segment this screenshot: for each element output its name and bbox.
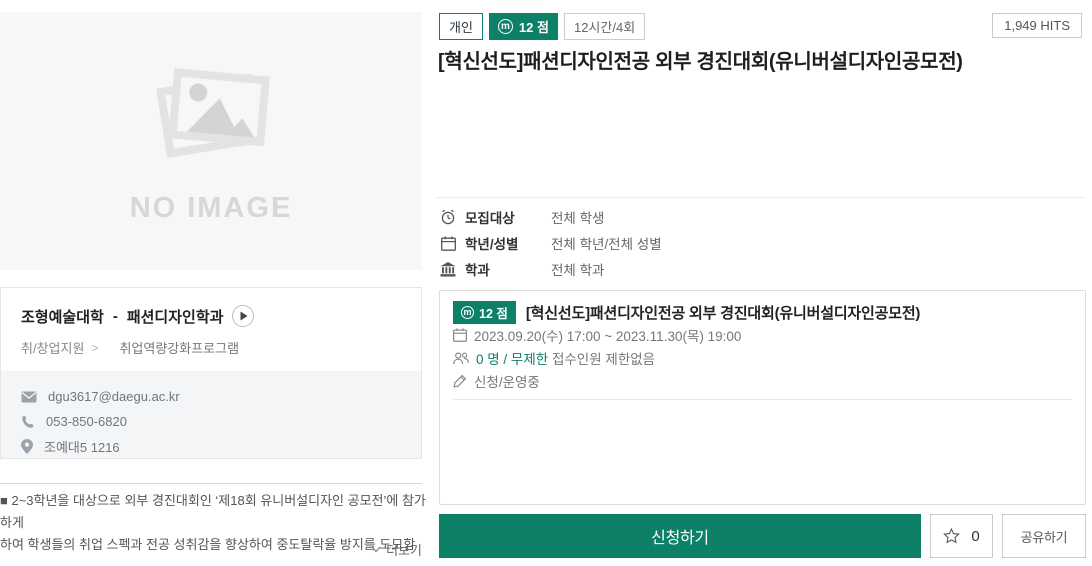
college-department-separator: - [112, 307, 118, 325]
contact-phone: 053-850-6820 [46, 414, 127, 429]
program-category[interactable]: 취/창업지원 [21, 338, 84, 357]
info-label: 학년/성별 [465, 237, 519, 252]
action-buttons: 신청하기 0 공유하기 [439, 514, 1086, 558]
capacity-count: 0 명 / 무제한 [476, 352, 549, 367]
university-icon [439, 261, 457, 277]
info-value: 전체 학과 [551, 263, 605, 278]
contact-email-row: dgu3617@daegu.ac.kr [21, 384, 401, 409]
info-row-grade-gender: 학년/성별 전체 학년/전체 성별 [439, 230, 662, 256]
contact-info: dgu3617@daegu.ac.kr 053-850-6820 조예대5 12… [1, 371, 421, 458]
program-type: 취업역량강화프로그램 [119, 341, 240, 356]
session-period: 2023.09.20(수) 17:00 ~ 2023.11.30(목) 19:0… [474, 329, 742, 344]
description-line: ■ 2~3학년을 대상으로 외부 경진대회인 ‘제18회 유니버설디자인 공모전… [0, 493, 426, 530]
favorite-count: 0 [971, 527, 980, 545]
no-image-label: NO IMAGE [129, 191, 293, 224]
chevron-right-icon: > [91, 340, 99, 355]
session-points-label: 12 점 [479, 306, 508, 321]
program-info-list: 모집대상 전체 학생 학년/성별 전체 학년/전체 성별 학과 전체 학과 [439, 204, 662, 282]
phone-icon [21, 415, 35, 429]
badge-mileage-points: m 12 점 [488, 13, 558, 40]
info-row-department: 학과 전체 학과 [439, 256, 662, 282]
badge-personal: 개인 [439, 13, 483, 40]
left-panel: NO IMAGE 조형예술대학 - 패션디자인학과 취/창업지원 > 취업역량강… [0, 0, 426, 566]
description-divider [0, 483, 422, 484]
star-icon [943, 528, 961, 544]
show-more-link[interactable]: 더보기 [0, 540, 422, 559]
info-section-divider [436, 197, 1086, 198]
session-status: 신청/운영중 [474, 375, 540, 390]
session-detail-card: m 12 점 [혁신선도]패션디자인전공 외부 경진대회(유니버설디자인공모전)… [439, 290, 1086, 505]
no-image-placeholder: NO IMAGE [0, 12, 422, 270]
session-capacity-row: 0 명 / 무제한 접수인원 제한없음 [453, 347, 1072, 369]
info-value: 전체 학생 [551, 211, 605, 226]
show-more-label: 더보기 [386, 543, 422, 558]
calendar-icon [453, 328, 467, 342]
college-name: 조형예술대학 [21, 308, 104, 326]
contact-phone-row: 053-850-6820 [21, 409, 401, 434]
mileage-icon: m [497, 19, 513, 34]
people-icon [453, 351, 469, 365]
info-value: 전체 학년/전체 성별 [551, 237, 662, 252]
share-button[interactable]: 공유하기 [1002, 514, 1086, 558]
mileage-icon: m [461, 305, 474, 319]
info-label: 학과 [465, 263, 490, 278]
department-name: 패션디자인학과 [126, 308, 224, 326]
email-icon [21, 391, 37, 403]
session-period-row: 2023.09.20(수) 17:00 ~ 2023.11.30(목) 19:0… [453, 324, 1072, 346]
session-title: [혁신선도]패션디자인전공 외부 경진대회(유니버설디자인공모전) [525, 304, 921, 322]
alarm-clock-icon [439, 209, 457, 225]
pen-icon [453, 374, 467, 388]
badge-points-label: 12 점 [518, 20, 549, 35]
calendar-icon [439, 235, 457, 251]
info-row-target: 모집대상 전체 학생 [439, 204, 662, 230]
page-title: [혁신선도]패션디자인전공 외부 경진대회(유니버설디자인공모전) [438, 51, 963, 73]
location-pin-icon [21, 439, 33, 454]
photos-icon [145, 58, 277, 166]
expand-department-button[interactable] [232, 305, 255, 327]
contact-email: dgu3617@daegu.ac.kr [48, 389, 180, 404]
hits-counter: 1,949 HITS [992, 13, 1082, 38]
session-points-badge: m 12 점 [453, 300, 516, 324]
apply-button[interactable]: 신청하기 [439, 514, 921, 558]
header-badges: 개인 m 12 점 12시간/4회 [439, 13, 646, 40]
session-status-row: 신청/운영중 [453, 370, 1072, 392]
info-label: 모집대상 [465, 211, 515, 226]
badge-duration: 12시간/4회 [563, 13, 646, 40]
contact-location-row: 조예대5 1216 [21, 434, 401, 459]
favorite-button[interactable]: 0 [930, 514, 993, 558]
chevron-down-icon [371, 546, 381, 553]
organization-card: 조형예술대학 - 패션디자인학과 취/창업지원 > 취업역량강화프로그램 dgu… [0, 287, 422, 459]
capacity-note: 접수인원 제한없음 [551, 352, 656, 367]
play-icon [239, 311, 248, 321]
contact-location: 조예대5 1216 [44, 440, 120, 455]
session-card-divider [453, 399, 1072, 400]
